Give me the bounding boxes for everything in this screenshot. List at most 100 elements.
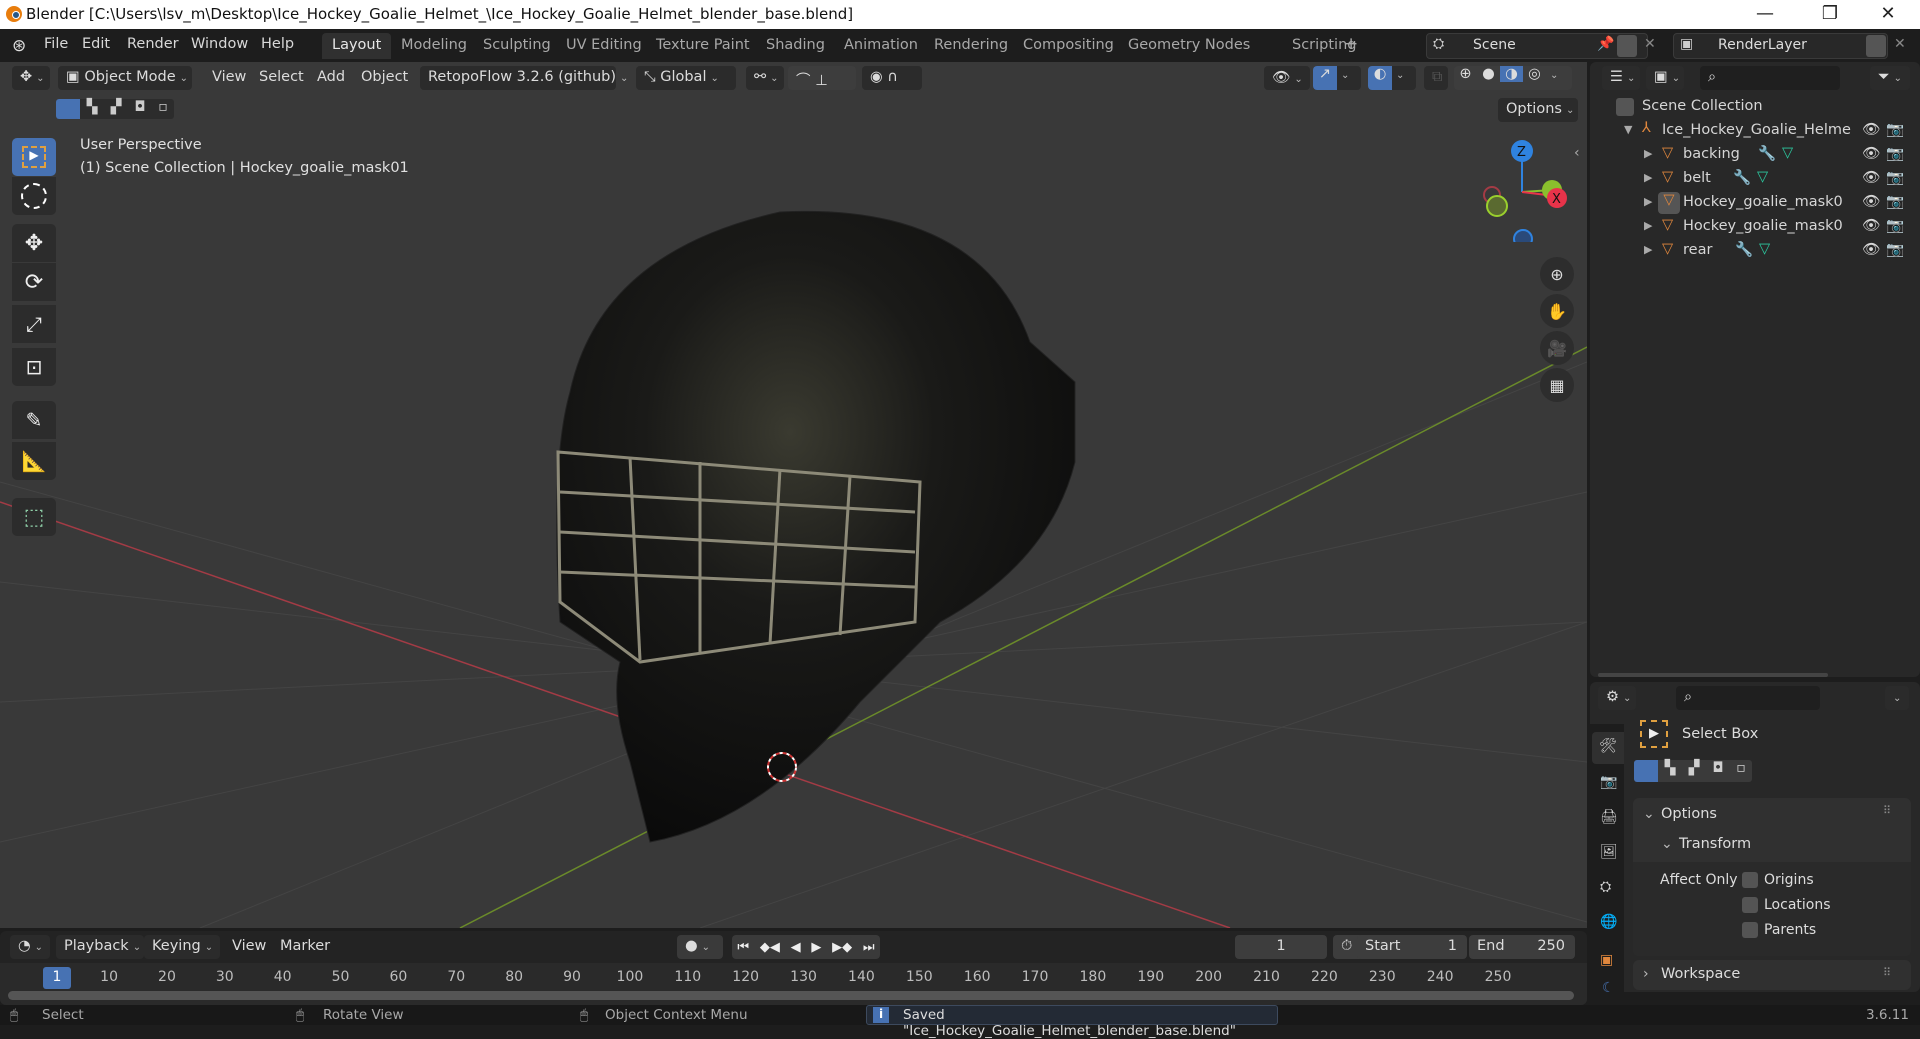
tab-modeling[interactable]: Modeling: [391, 33, 477, 59]
expand-arrow-icon[interactable]: ▶: [1644, 171, 1652, 184]
tool-annotate[interactable]: ✎: [12, 401, 56, 439]
view-layer-name[interactable]: RenderLayer: [1718, 37, 1807, 53]
play-icon[interactable]: ▶: [811, 940, 821, 955]
drag-handle-icon[interactable]: ⠿: [1883, 966, 1891, 979]
drag-handle-icon[interactable]: ⠿: [1883, 804, 1891, 817]
tab-rendering[interactable]: Rendering: [924, 33, 1018, 59]
jump-end-icon[interactable]: ⏭: [863, 940, 875, 955]
properties-options-dropdown[interactable]: ⌄: [1885, 686, 1909, 710]
editor-type-button[interactable]: ✥ ⌄: [12, 66, 50, 90]
outliner-collection-row[interactable]: ▼ ⅄ Ice_Hockey_Goalie_Helme 👁 📷: [1590, 120, 1920, 144]
options-header[interactable]: Options: [1661, 806, 1717, 822]
properties-search-input[interactable]: ⌕: [1676, 686, 1820, 710]
object-mode-dropdown[interactable]: ▣ Object Mode ⌄: [58, 66, 192, 90]
parents-checkbox[interactable]: Parents: [1742, 922, 1816, 938]
visibility-eye-icon[interactable]: 👁: [1862, 121, 1880, 138]
render-camera-icon[interactable]: 📷: [1886, 145, 1904, 162]
visibility-dropdown[interactable]: 👁 ⌄: [1264, 66, 1310, 90]
tab-geometry-nodes[interactable]: Geometry Nodes: [1118, 33, 1260, 59]
tool-settings-tab[interactable]: 🛠: [1592, 732, 1624, 764]
locations-checkbox[interactable]: Locations: [1742, 897, 1831, 913]
navigation-gizmo[interactable]: Z X: [1470, 132, 1580, 242]
prev-keyframe-icon[interactable]: ◆◀: [760, 940, 780, 955]
new-view-layer-button[interactable]: [1866, 35, 1886, 57]
mode-intersect-icon[interactable]: ▫: [1730, 760, 1752, 782]
mode-extend-icon[interactable]: ▚: [80, 99, 104, 119]
playback-menu[interactable]: Playback ⌄: [56, 935, 144, 959]
mesh-data-icon[interactable]: ▽: [1757, 169, 1768, 185]
scene-properties-tab[interactable]: ⛭: [1600, 879, 1611, 895]
next-keyframe-icon[interactable]: ▶◆: [832, 940, 852, 955]
mode-subtract-icon[interactable]: ▞: [1682, 760, 1706, 782]
keying-menu[interactable]: Keying ⌄: [144, 935, 220, 959]
delete-view-layer-button[interactable]: ✕: [1894, 36, 1906, 52]
marker-menu[interactable]: Marker: [272, 935, 338, 959]
render-properties-tab[interactable]: 📷: [1600, 774, 1617, 790]
status-message[interactable]: i Saved "Ice_Hockey_Goalie_Helmet_blende…: [866, 1005, 1278, 1039]
tool-rotate[interactable]: ⟳: [12, 263, 56, 301]
view-layer-selector[interactable]: ▣ RenderLayer: [1673, 33, 1888, 59]
menu-edit[interactable]: Edit: [82, 36, 110, 52]
tool-cursor[interactable]: [12, 177, 56, 215]
gizmo-toggle[interactable]: ↗ ⌄: [1313, 66, 1361, 90]
visibility-eye-icon[interactable]: 👁: [1862, 193, 1880, 210]
maximize-button[interactable]: ❐: [1810, 2, 1850, 26]
auto-keying-toggle[interactable]: ● ⌄: [677, 935, 723, 959]
modifier-wrench-icon[interactable]: 🔧: [1758, 145, 1776, 162]
outliner-filter-button[interactable]: ⏷ ⌄: [1870, 66, 1910, 90]
mode-invert-icon[interactable]: ◘: [1706, 760, 1730, 782]
rendered-shading-icon[interactable]: ◎: [1523, 66, 1546, 82]
render-camera-icon[interactable]: 📷: [1886, 217, 1904, 234]
view-layer-tab[interactable]: 🖼: [1600, 844, 1618, 860]
outliner-item[interactable]: ▶ ▽ Hockey_goalie_mask0 👁 📷: [1590, 216, 1920, 240]
outliner-item[interactable]: ▶ ▽ rear 🔧 ▽ 👁 📷: [1590, 240, 1920, 264]
outliner-item-active[interactable]: ▶ ▽ Hockey_goalie_mask0 👁 📷: [1590, 192, 1920, 216]
render-camera-icon[interactable]: 📷: [1886, 169, 1904, 186]
mode-subtract-icon[interactable]: ▞: [104, 99, 128, 119]
outliner-item[interactable]: ▶ ▽ backing 🔧 ▽ 👁 📷: [1590, 144, 1920, 168]
blender-menu-icon[interactable]: ⊛: [12, 36, 26, 56]
menu-window[interactable]: Window: [191, 36, 248, 52]
timeline-scrollbar[interactable]: [8, 991, 1574, 1000]
menu-view[interactable]: View: [204, 66, 254, 90]
close-button[interactable]: ✕: [1868, 2, 1908, 26]
tool-transform[interactable]: ⊡: [12, 348, 56, 386]
outliner-editor-type[interactable]: ☰ ⌄: [1602, 66, 1640, 90]
visibility-eye-icon[interactable]: 👁: [1862, 241, 1880, 258]
shading-modes[interactable]: ⊕ ● ◑ ◎ ⌄: [1454, 66, 1572, 90]
xray-toggle[interactable]: ⧉: [1424, 66, 1448, 90]
delete-scene-button[interactable]: ✕: [1644, 36, 1656, 52]
origins-checkbox[interactable]: Origins: [1742, 872, 1814, 888]
retopoflow-menu[interactable]: RetopoFlow 3.2.6 (github) ⌄: [420, 66, 628, 90]
menu-help[interactable]: Help: [261, 36, 294, 52]
start-frame-field[interactable]: Start 1: [1357, 935, 1467, 959]
camera-view-button[interactable]: 🎥: [1540, 331, 1574, 365]
tab-texture-paint[interactable]: Texture Paint: [646, 33, 760, 59]
ortho-toggle-button[interactable]: ▦: [1540, 368, 1574, 402]
expand-arrow-icon[interactable]: ▶: [1644, 243, 1652, 256]
tab-animation[interactable]: Animation: [834, 33, 928, 59]
end-frame-field[interactable]: End 250: [1469, 935, 1575, 959]
expand-arrow-icon[interactable]: ▶: [1644, 219, 1652, 232]
outliner-display-mode[interactable]: ▣ ⌄: [1646, 66, 1684, 90]
solid-shading-icon[interactable]: ●: [1477, 66, 1500, 82]
mesh-data-icon[interactable]: ▽: [1759, 241, 1770, 257]
tool-measure[interactable]: 📐: [12, 442, 56, 480]
menu-object[interactable]: Object: [353, 66, 416, 90]
expand-arrow-icon[interactable]: ▶: [1644, 195, 1652, 208]
tab-sculpting[interactable]: Sculpting: [473, 33, 561, 59]
workspace-expand-icon[interactable]: ›: [1643, 966, 1649, 982]
mode-extend-icon[interactable]: ▚: [1658, 760, 1682, 782]
scene-name[interactable]: Scene: [1473, 37, 1516, 53]
menu-add[interactable]: Add: [309, 66, 353, 90]
tab-uv-editing[interactable]: UV Editing: [556, 33, 652, 59]
orientation-dropdown[interactable]: ⤡ Global ⌄: [636, 66, 736, 90]
pivot-point-button[interactable]: ⚯ ⌄: [746, 66, 784, 90]
visibility-eye-icon[interactable]: 👁: [1862, 145, 1880, 162]
options-collapse-icon[interactable]: ⌄: [1643, 806, 1655, 822]
timeline-view-menu[interactable]: View: [224, 935, 274, 959]
modifier-wrench-icon[interactable]: 🔧: [1733, 169, 1751, 186]
transform-header[interactable]: Transform: [1679, 836, 1751, 852]
workspace-panel[interactable]: › Workspace ⠿: [1633, 960, 1911, 990]
overlay-toggle[interactable]: ◐ ⌄: [1368, 66, 1416, 90]
